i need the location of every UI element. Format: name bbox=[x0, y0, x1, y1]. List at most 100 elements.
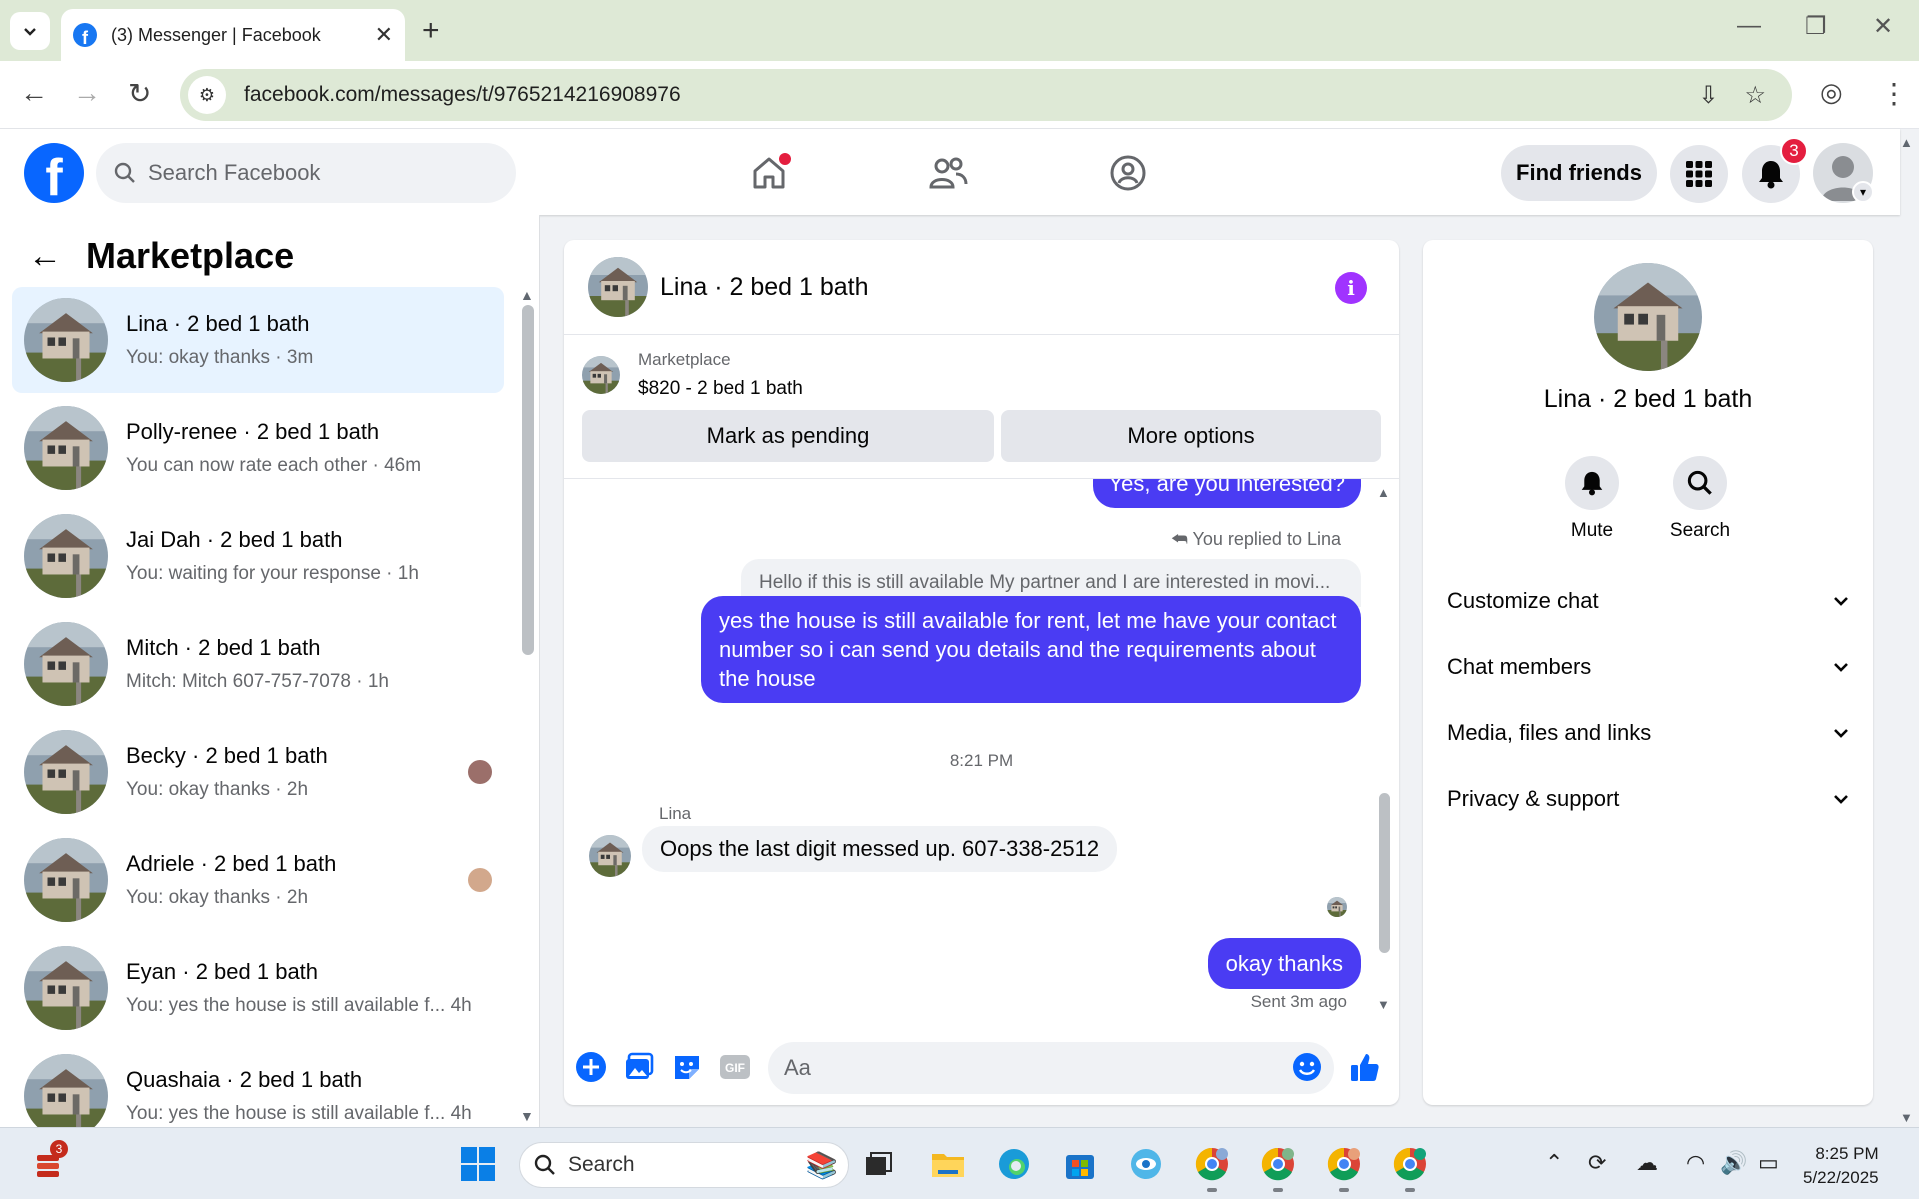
menu-button[interactable] bbox=[1670, 145, 1728, 203]
wifi-icon[interactable]: ◠ bbox=[1686, 1150, 1705, 1176]
clock-date: 5/22/2025 bbox=[1803, 1168, 1879, 1187]
bell-icon bbox=[1581, 471, 1603, 496]
conversation-preview: You: okay thanks · 2h bbox=[126, 887, 309, 908]
taskbar-search[interactable]: Search 📚 bbox=[519, 1142, 849, 1188]
profile-account-icon[interactable]: ◎ bbox=[1820, 77, 1843, 108]
more-actions-button[interactable] bbox=[574, 1050, 608, 1084]
account-chevron-icon[interactable]: ▾ bbox=[1852, 181, 1874, 203]
sync-icon[interactable]: ⟳ bbox=[1588, 1150, 1606, 1176]
media-files-links-section[interactable]: Media, files and links bbox=[1447, 708, 1851, 758]
chrome-profile-1-button[interactable] bbox=[1190, 1142, 1234, 1186]
conversation-item[interactable]: Eyan · 2 bed 1 bath You: yes the house is… bbox=[12, 935, 504, 1041]
install-app-icon[interactable]: ⇩ bbox=[1698, 81, 1718, 110]
nav-groups[interactable] bbox=[1104, 149, 1152, 197]
store-icon bbox=[1066, 1155, 1094, 1179]
sticker-button[interactable] bbox=[670, 1050, 704, 1084]
conversation-preview: You: okay thanks · 2h bbox=[126, 779, 309, 800]
close-tab-icon[interactable]: ✕ bbox=[375, 22, 393, 48]
listing-photo bbox=[24, 946, 108, 1030]
privacy-support-section[interactable]: Privacy & support bbox=[1447, 774, 1851, 824]
volume-icon[interactable]: 🔊 bbox=[1720, 1150, 1747, 1176]
chat-avatar[interactable] bbox=[588, 257, 648, 317]
chrome-profile-2-button[interactable] bbox=[1256, 1142, 1300, 1186]
chat-scrollbar[interactable] bbox=[1379, 793, 1390, 953]
message-input[interactable] bbox=[768, 1042, 1334, 1094]
file-explorer-button[interactable] bbox=[926, 1142, 970, 1186]
scroll-up-icon[interactable]: ▲ bbox=[520, 287, 534, 303]
conversation-list-scrollbar[interactable] bbox=[522, 305, 534, 655]
emoji-button[interactable] bbox=[1290, 1050, 1324, 1084]
info-icon[interactable]: i bbox=[1335, 272, 1367, 304]
store-button[interactable] bbox=[1058, 1142, 1102, 1186]
chat-scroll-up-icon[interactable]: ▲ bbox=[1377, 485, 1390, 500]
reload-icon[interactable]: ↻ bbox=[128, 77, 151, 110]
facebook-search-input[interactable]: Search Facebook bbox=[96, 143, 516, 203]
conversation-name: Jai Dah · 2 bed 1 bath bbox=[126, 527, 343, 552]
customize-chat-section[interactable]: Customize chat bbox=[1447, 576, 1851, 626]
browser-tab[interactable]: f (3) Messenger | Facebook ✕ bbox=[61, 9, 405, 61]
conversation-item[interactable]: Quashaia · 2 bed 1 bath You: yes the hous… bbox=[12, 1043, 504, 1127]
widgets-button[interactable]: 3 bbox=[28, 1140, 72, 1186]
close-window-icon[interactable]: ✕ bbox=[1873, 12, 1893, 41]
nav-home[interactable] bbox=[745, 149, 793, 197]
sender-avatar[interactable] bbox=[589, 835, 631, 877]
listing-photo bbox=[24, 622, 108, 706]
chrome-profile-3-button[interactable] bbox=[1322, 1142, 1366, 1186]
contact-avatar[interactable] bbox=[1594, 263, 1702, 371]
battery-icon[interactable]: ▭ bbox=[1758, 1150, 1779, 1176]
tab-search-button[interactable] bbox=[10, 12, 50, 50]
notifications-button[interactable]: 3 bbox=[1742, 137, 1808, 203]
mute-button[interactable]: Mute bbox=[1552, 456, 1632, 542]
more-options-button[interactable]: More options bbox=[1001, 410, 1381, 462]
nav-friends[interactable] bbox=[924, 149, 972, 197]
listing-photo bbox=[24, 838, 108, 922]
back-arrow-icon[interactable]: ← bbox=[28, 237, 62, 276]
forward-icon[interactable]: → bbox=[73, 77, 101, 109]
attach-photo-button[interactable] bbox=[622, 1050, 656, 1084]
page-scroll-up-icon[interactable]: ▲ bbox=[1900, 135, 1913, 150]
chat-members-section[interactable]: Chat members bbox=[1447, 642, 1851, 692]
bookmark-star-icon[interactable]: ☆ bbox=[1744, 81, 1766, 110]
browser-menu-icon[interactable]: ⋮ bbox=[1880, 77, 1908, 110]
page-scroll-down-icon[interactable]: ▼ bbox=[1900, 1110, 1913, 1125]
conversation-item[interactable]: Adriele · 2 bed 1 bath You: okay thanks ·… bbox=[12, 827, 504, 933]
show-hidden-icons-icon[interactable]: ⌃ bbox=[1545, 1150, 1563, 1176]
conversation-item[interactable]: Becky · 2 bed 1 bath You: okay thanks · 2… bbox=[12, 719, 504, 825]
send-like-button[interactable] bbox=[1348, 1050, 1382, 1084]
chat-title[interactable]: Lina · 2 bed 1 bath bbox=[660, 273, 869, 302]
reply-arrow-icon: ⮪ bbox=[1171, 529, 1193, 549]
system-clock[interactable]: 8:25 PM 5/22/2025 bbox=[1803, 1142, 1879, 1190]
conversation-item[interactable]: Mitch · 2 bed 1 bath Mitch: Mitch 607-757… bbox=[12, 611, 504, 717]
new-tab-icon[interactable]: + bbox=[422, 14, 440, 48]
edge-button[interactable] bbox=[992, 1142, 1036, 1186]
conversation-item[interactable]: Jai Dah · 2 bed 1 bath You: waiting for y… bbox=[12, 503, 504, 609]
minimize-icon[interactable]: — bbox=[1737, 12, 1761, 40]
app-eye-button[interactable] bbox=[1124, 1142, 1168, 1186]
search-in-conversation-button[interactable]: Search bbox=[1660, 456, 1740, 542]
section-label: Customize chat bbox=[1447, 588, 1599, 613]
gif-button[interactable]: GIF bbox=[718, 1050, 752, 1084]
url-text[interactable]: facebook.com/messages/t/9765214216908976 bbox=[244, 83, 1698, 107]
conversation-item[interactable]: Lina · 2 bed 1 bath You: okay thanks · 3m bbox=[12, 287, 504, 393]
task-view-button[interactable] bbox=[856, 1142, 900, 1186]
restore-icon[interactable]: ❐ bbox=[1805, 12, 1827, 41]
listing-summary[interactable]: Marketplace $820 - 2 bed 1 bath bbox=[582, 350, 803, 400]
facebook-header: f Search Facebook Find friends 3 ▾ bbox=[0, 129, 1900, 215]
back-icon[interactable]: ← bbox=[20, 77, 48, 109]
site-info-icon[interactable]: ⚙ bbox=[188, 76, 226, 114]
chat-scroll-down-icon[interactable]: ▼ bbox=[1377, 997, 1390, 1012]
cloud-offline-icon[interactable]: ☁ bbox=[1636, 1150, 1658, 1176]
chevron-down-icon bbox=[1834, 795, 1848, 804]
message-sender: Lina bbox=[659, 804, 692, 823]
listing-thumbnail bbox=[582, 356, 620, 394]
mark-as-pending-button[interactable]: Mark as pending bbox=[582, 410, 994, 462]
facebook-logo-icon[interactable]: f bbox=[24, 143, 84, 203]
address-bar[interactable]: ⚙ facebook.com/messages/t/97652142169089… bbox=[180, 69, 1792, 121]
chrome-icon bbox=[1393, 1147, 1426, 1181]
conversation-item[interactable]: Polly-renee · 2 bed 1 bath You can now ra… bbox=[12, 395, 504, 501]
windows-logo-icon bbox=[461, 1147, 495, 1181]
start-button[interactable] bbox=[456, 1142, 500, 1186]
scroll-down-icon[interactable]: ▼ bbox=[520, 1108, 534, 1124]
chrome-profile-4-button[interactable] bbox=[1388, 1142, 1432, 1186]
find-friends-button[interactable]: Find friends bbox=[1501, 145, 1657, 201]
